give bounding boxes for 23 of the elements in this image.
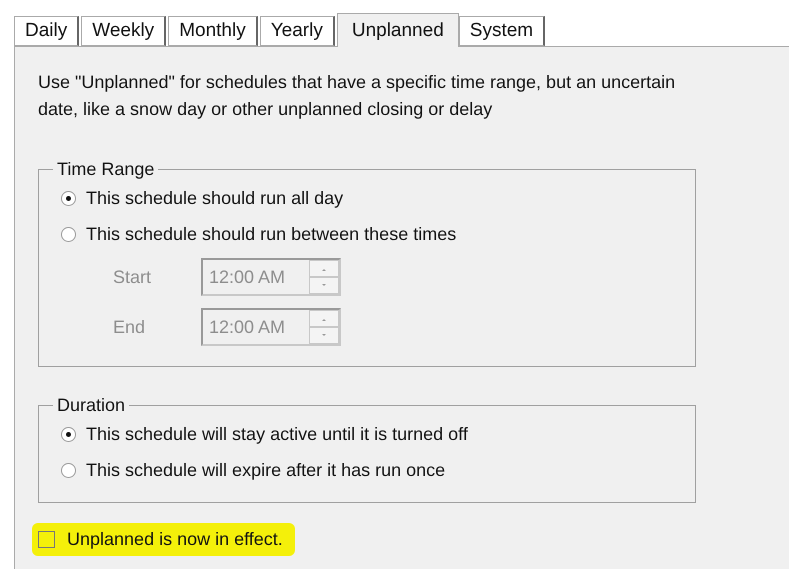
tab[interactable]: Weekly bbox=[81, 16, 166, 46]
checkbox[interactable] bbox=[38, 531, 55, 548]
spin-arrows-icon[interactable] bbox=[309, 260, 339, 294]
tab[interactable]: Yearly bbox=[260, 16, 335, 46]
radio-label: This schedule will expire after it has run once bbox=[86, 460, 446, 480]
checkbox-label: Unplanned is now in effect. bbox=[67, 529, 283, 550]
group-title: Time Range bbox=[56, 159, 156, 180]
tab[interactable]: System bbox=[458, 16, 546, 46]
radio-button[interactable] bbox=[61, 226, 76, 242]
time-label: Start bbox=[113, 266, 152, 288]
radio-label: This schedule should run between these times bbox=[86, 224, 456, 244]
radio-button[interactable] bbox=[61, 462, 76, 478]
tab[interactable]: Monthly bbox=[168, 16, 258, 46]
group-title: Duration bbox=[56, 395, 126, 416]
radio-button[interactable] bbox=[61, 426, 76, 442]
radio-button[interactable] bbox=[61, 190, 76, 206]
radio-label: This schedule will stay active until it is turned off bbox=[86, 424, 468, 444]
radio-label: This schedule should run all day bbox=[86, 188, 344, 208]
tab[interactable]: Unplanned bbox=[336, 13, 459, 47]
time-label: End bbox=[113, 316, 146, 338]
tab[interactable]: Daily bbox=[14, 16, 80, 46]
spin-arrows-icon[interactable] bbox=[309, 310, 339, 344]
description-text: Use "Unplanned" for schedules that have a specific time range, but an uncertain date, like a snow day or other unplanned closing or delay bbox=[38, 71, 676, 121]
